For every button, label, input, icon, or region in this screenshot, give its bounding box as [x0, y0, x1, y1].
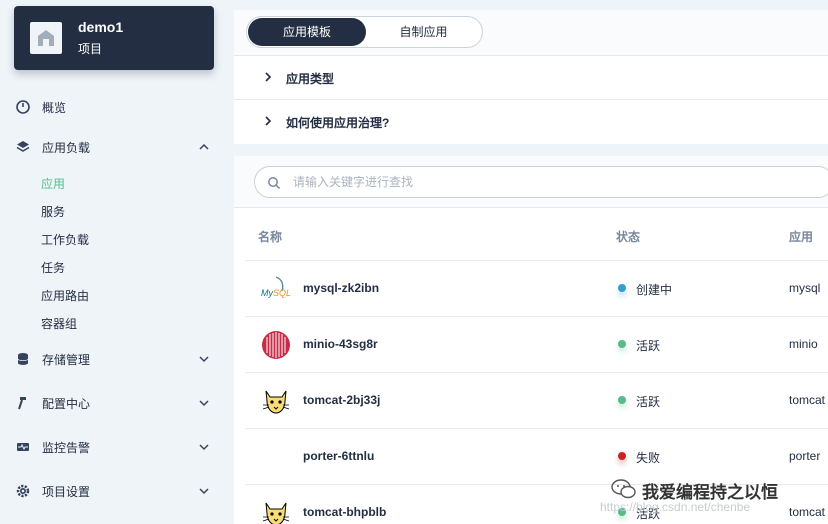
- project-card[interactable]: demo1 项目: [14, 6, 214, 70]
- collapse-how-to[interactable]: 如何使用应用治理?: [234, 100, 828, 144]
- nav-overview[interactable]: 概览: [0, 93, 228, 121]
- chevron-down-icon: [199, 488, 209, 495]
- minio-logo-icon: [262, 331, 290, 359]
- hammer-icon: [18, 397, 26, 410]
- svg-text:SQL: SQL: [273, 288, 291, 298]
- nav-config-label: 配置中心: [42, 396, 91, 411]
- nav-project-settings[interactable]: 项目设置: [0, 477, 228, 505]
- table-row[interactable]: tomcat-2bj33j 活跃 tomcat: [246, 372, 828, 428]
- chevron-up-icon: [199, 143, 209, 150]
- app-type: minio: [789, 337, 818, 351]
- app-type: tomcat: [789, 393, 826, 407]
- nav-storage[interactable]: 存储管理: [0, 345, 228, 373]
- wechat-icon: [611, 479, 636, 499]
- watermark-url: https://blog.csdn.net/chenbe: [600, 500, 751, 514]
- column-header-app: 应用: [789, 230, 814, 244]
- watermark: 我爱编程持之以恒 https://blog.csdn.net/chenbe: [600, 476, 828, 524]
- nav-project-settings-label: 项目设置: [42, 484, 91, 499]
- status-text: 创建中: [636, 283, 673, 297]
- search-icon: [268, 177, 281, 190]
- layers-icon: [16, 141, 30, 152]
- status-dot: [618, 452, 626, 460]
- sidebar: demo1 项目 概览 应用负载 应用 服务 工作负载 任务 应用路由 容器组 …: [0, 0, 228, 524]
- search-bar: [234, 156, 828, 208]
- status-dot: [618, 340, 626, 348]
- column-header-status: 状态: [616, 230, 641, 244]
- dashboard-icon: [16, 100, 30, 114]
- app-name[interactable]: minio-43sg8r: [303, 337, 378, 351]
- database-icon: [17, 353, 29, 365]
- mysql-logo-icon: My SQL: [261, 276, 291, 298]
- nav-app-workloads[interactable]: 应用负载: [0, 133, 228, 161]
- project-name: demo1: [78, 19, 124, 35]
- project-type: 项目: [78, 42, 103, 56]
- collapse-app-types[interactable]: 应用类型: [234, 56, 828, 100]
- status-dot: [618, 396, 626, 404]
- column-header-name: 名称: [258, 230, 283, 244]
- collapse-app-types-label: 应用类型: [286, 72, 335, 86]
- table-row[interactable]: minio-43sg8r 活跃 minio: [246, 316, 828, 372]
- tomcat-logo-icon: [262, 390, 290, 414]
- monitor-icon: [17, 443, 29, 451]
- chevron-down-icon: [199, 356, 209, 363]
- nav-overview-label: 概览: [42, 100, 67, 115]
- app-type: mysql: [789, 281, 821, 295]
- nav-app-workloads-label: 应用负载: [42, 140, 91, 155]
- table-row[interactable]: My SQL mysql-zk2ibn 创建中 mysql: [246, 260, 828, 316]
- collapse-how-to-label: 如何使用应用治理?: [286, 116, 390, 130]
- chevron-down-icon: [199, 400, 209, 407]
- nav-monitoring[interactable]: 监控告警: [0, 433, 228, 461]
- nav-storage-label: 存储管理: [42, 352, 91, 367]
- gear-icon: [16, 484, 30, 498]
- status-text: 失败: [636, 451, 661, 465]
- tab-switcher: 自制应用 应用模板: [246, 16, 483, 48]
- status-text: 活跃: [636, 339, 661, 353]
- app-list-panel: 名称 状态 应用 My SQL mysql-zk2ibn 创建中 mysql: [234, 156, 828, 524]
- app-name[interactable]: tomcat-bhpblb: [303, 505, 386, 519]
- sub-item-workloads[interactable]: 工作负载: [41, 231, 89, 248]
- sub-item-pods[interactable]: 容器组: [41, 315, 77, 332]
- sub-item-apps[interactable]: 应用: [41, 175, 65, 192]
- app-type: porter: [789, 449, 821, 463]
- app-info-panel: 自制应用 应用模板 应用类型 如何使用应用治理?: [234, 10, 828, 144]
- sub-item-services[interactable]: 服务: [41, 203, 65, 220]
- search-box[interactable]: [254, 166, 828, 198]
- project-icon: [30, 22, 62, 54]
- nav-config[interactable]: 配置中心: [0, 389, 228, 417]
- app-name[interactable]: tomcat-2bj33j: [303, 393, 380, 407]
- sub-item-jobs[interactable]: 任务: [41, 259, 65, 276]
- app-name[interactable]: porter-6ttnlu: [303, 449, 374, 463]
- sub-item-ingresses[interactable]: 应用路由: [41, 287, 89, 304]
- app-name[interactable]: mysql-zk2ibn: [303, 281, 379, 295]
- status-dot: [618, 284, 626, 292]
- tab-custom-apps[interactable]: 自制应用: [365, 18, 482, 46]
- chevron-right-icon: [265, 116, 272, 126]
- chevron-right-icon: [265, 72, 272, 82]
- search-input[interactable]: [293, 167, 793, 197]
- tomcat-logo-icon: [262, 502, 290, 524]
- tab-bar: 自制应用 应用模板: [234, 10, 828, 56]
- tab-app-templates[interactable]: 应用模板: [248, 18, 366, 46]
- status-text: 活跃: [636, 395, 661, 409]
- chevron-down-icon: [199, 444, 209, 451]
- svg-text:My: My: [261, 288, 273, 298]
- nav-monitoring-label: 监控告警: [42, 440, 91, 455]
